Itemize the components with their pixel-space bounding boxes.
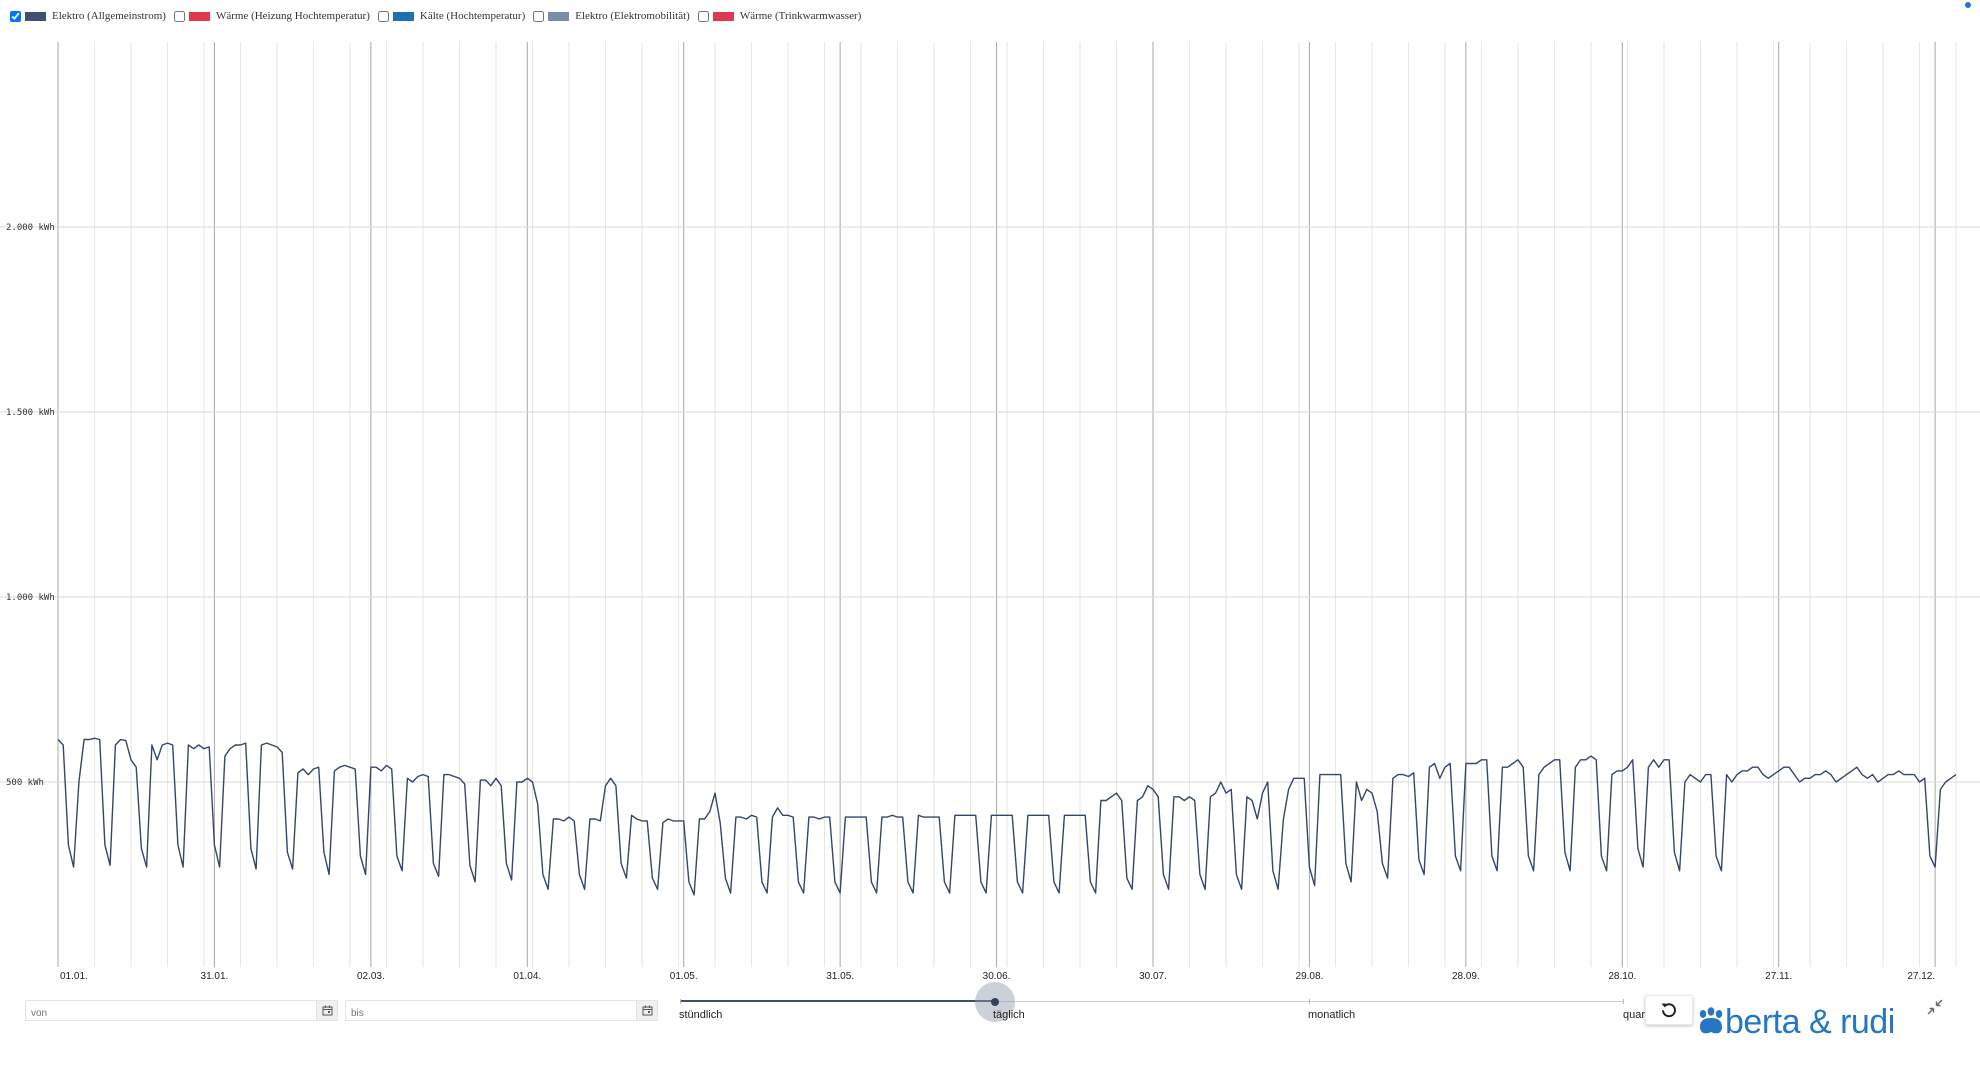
x-tick-label: 28.10.: [1608, 971, 1636, 982]
legend-item-elektro-allgemeinstrom[interactable]: Elektro (Allgemeinstrom): [10, 10, 166, 22]
chart-legend: Elektro (Allgemeinstrom) Wärme (Heizung …: [10, 8, 869, 24]
legend-item-kaelte[interactable]: Kälte (Hochtemperatur): [377, 10, 526, 22]
legend-checkbox[interactable]: [697, 10, 709, 22]
legend-label: Wärme (Heizung Hochtemperatur): [215, 10, 370, 22]
slider-tick: [680, 999, 681, 1004]
reset-icon: [1661, 1003, 1676, 1018]
legend-label: Kälte (Hochtemperatur): [419, 10, 526, 22]
x-tick-label: 27.12.: [1907, 971, 1935, 982]
y-tick-label: 1.500 kWh: [6, 408, 55, 418]
x-tick-label: 01.05.: [670, 971, 698, 982]
resolution-label-hourly[interactable]: stündlich: [679, 1009, 722, 1021]
legend-item-trinkwarmwasser[interactable]: Wärme (Trinkwarmwasser): [697, 10, 862, 22]
slider-tick: [1309, 999, 1310, 1004]
legend-label: Elektro (Elektromobilität): [575, 10, 690, 22]
y-axis-labels: 500 kWh 1.000 kWh 1.500 kWh 2.000 kWh: [6, 223, 55, 788]
collapse-icon[interactable]: [1926, 998, 1944, 1016]
x-tick-label: 28.09.: [1452, 971, 1480, 982]
resolution-label-daily[interactable]: täglich: [993, 1009, 1025, 1021]
x-tick-label: 30.07.: [1139, 971, 1167, 982]
calendar-icon[interactable]: [316, 1001, 337, 1020]
legend-swatch: [392, 11, 414, 21]
y-tick-label: 500 kWh: [6, 778, 44, 788]
legend-item-waerme-heizung[interactable]: Wärme (Heizung Hochtemperatur): [173, 10, 370, 22]
brand-name: berta & rudi: [1725, 1003, 1895, 1041]
status-dot-icon: [1965, 2, 1971, 8]
y-tick-label: 1.000 kWh: [6, 593, 55, 603]
consumption-line-chart: 500 kWh 1.000 kWh 1.500 kWh 2.000 kWh 01.01…: [0, 42, 1980, 982]
legend-swatch: [548, 11, 570, 21]
date-from-field[interactable]: [25, 1000, 338, 1022]
legend-checkbox[interactable]: [377, 10, 389, 22]
legend-checkbox[interactable]: [533, 10, 545, 22]
legend-checkbox[interactable]: [10, 10, 21, 22]
legend-swatch: [712, 11, 734, 21]
date-to-field[interactable]: [345, 1000, 658, 1022]
x-tick-label: 01.04.: [513, 971, 541, 982]
legend-swatch: [188, 11, 210, 21]
date-from-input[interactable]: [26, 1005, 311, 1022]
legend-label: Elektro (Allgemeinstrom): [52, 10, 166, 22]
legend-item-elektromobilitaet[interactable]: Elektro (Elektromobilität): [533, 10, 690, 22]
x-tick-label: 31.01.: [201, 971, 229, 982]
brand-logo: berta & rudi: [1697, 1005, 1895, 1039]
resolution-label-quarterly[interactable]: quar: [1623, 1009, 1645, 1021]
resolution-slider-fill: [680, 1000, 995, 1002]
x-tick-label: 29.08.: [1296, 971, 1324, 982]
reset-zoom-button[interactable]: [1645, 995, 1693, 1025]
x-tick-label: 31.05.: [826, 971, 854, 982]
slider-tick: [1623, 999, 1624, 1004]
date-to-input[interactable]: [346, 1005, 631, 1022]
y-tick-label: 2.000 kWh: [6, 223, 55, 233]
x-tick-label: 30.06.: [983, 971, 1011, 982]
legend-checkbox[interactable]: [173, 10, 185, 22]
x-axis-labels: 01.01. 31.01. 02.03. 01.04. 01.05. 31.05. 30.0…: [60, 971, 1935, 982]
resolution-slider-thumb[interactable]: [991, 998, 999, 1006]
paw-logo-icon: [1699, 1007, 1723, 1034]
resolution-label-monthly[interactable]: monatlich: [1308, 1009, 1355, 1021]
legend-swatch: [25, 11, 46, 21]
x-tick-label: 01.01.: [60, 971, 88, 982]
x-tick-label: 27.11.: [1765, 971, 1792, 982]
calendar-icon[interactable]: [636, 1001, 657, 1020]
legend-label: Wärme (Trinkwarmwasser): [739, 10, 862, 22]
x-tick-label: 02.03.: [357, 971, 385, 982]
